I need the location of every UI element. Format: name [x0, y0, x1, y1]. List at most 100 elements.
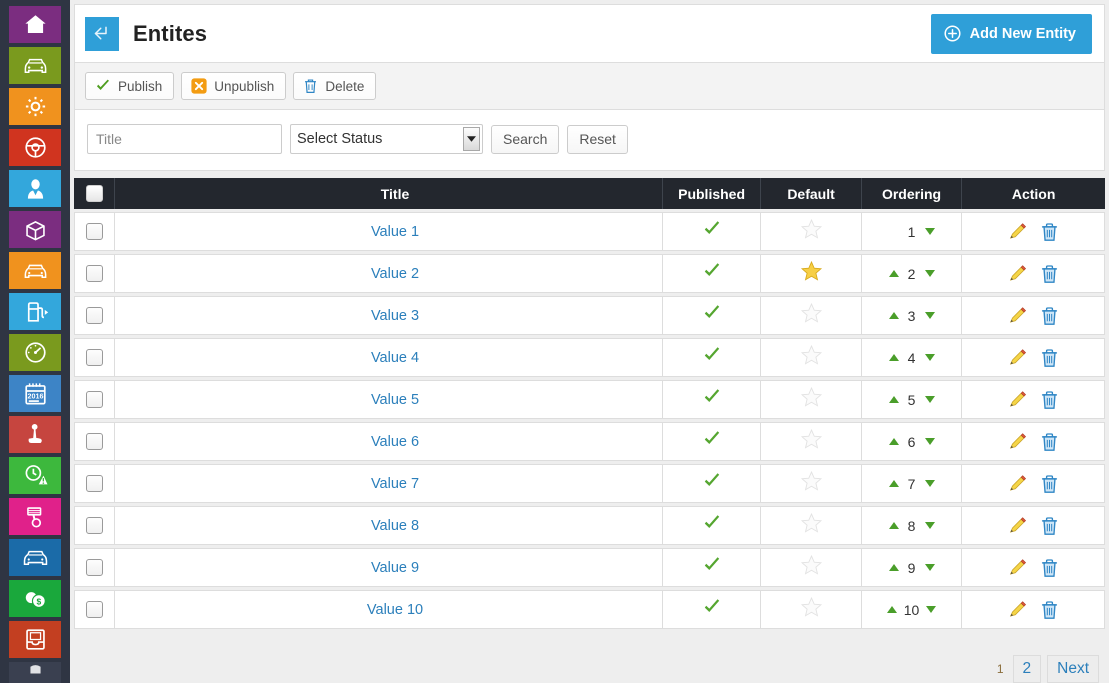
- grey-star-icon[interactable]: [800, 344, 823, 366]
- grey-star-icon[interactable]: [800, 386, 823, 408]
- green-check-icon[interactable]: [703, 262, 721, 280]
- sidebar-item-steering[interactable]: [9, 129, 61, 166]
- green-up-arrow-icon[interactable]: [888, 438, 899, 445]
- sidebar-item-alerts[interactable]: [9, 457, 61, 494]
- row-title-link[interactable]: Value 8: [371, 518, 419, 534]
- reset-button[interactable]: Reset: [567, 124, 628, 154]
- row-title-link[interactable]: Value 4: [371, 350, 419, 366]
- row-checkbox[interactable]: [86, 306, 104, 324]
- green-check-icon[interactable]: [703, 556, 721, 574]
- green-down-arrow-icon[interactable]: [924, 438, 935, 445]
- row-title-link[interactable]: Value 3: [371, 308, 419, 324]
- row-title-link[interactable]: Value 9: [371, 560, 419, 576]
- pencil-icon[interactable]: [1008, 390, 1027, 409]
- pencil-icon[interactable]: [1008, 558, 1027, 577]
- trash-icon[interactable]: [1040, 432, 1059, 452]
- green-up-arrow-icon[interactable]: [887, 606, 898, 613]
- row-checkbox[interactable]: [86, 474, 104, 492]
- trash-icon[interactable]: [1040, 516, 1059, 536]
- row-title-link[interactable]: Value 5: [371, 392, 419, 408]
- sidebar-item-fuel[interactable]: [9, 293, 61, 330]
- pencil-icon[interactable]: [1008, 306, 1027, 325]
- green-down-arrow-icon[interactable]: [924, 354, 935, 361]
- green-down-arrow-icon[interactable]: [924, 564, 935, 571]
- green-check-icon[interactable]: [703, 304, 721, 322]
- green-up-arrow-icon[interactable]: [888, 354, 899, 361]
- search-button[interactable]: Search: [491, 124, 560, 154]
- column-title[interactable]: Title: [115, 178, 663, 209]
- pagination-page-2[interactable]: 2: [1012, 655, 1042, 683]
- sidebar-item-home[interactable]: [9, 6, 61, 43]
- green-down-arrow-icon[interactable]: [924, 522, 935, 529]
- pencil-icon[interactable]: [1008, 432, 1027, 451]
- green-up-arrow-icon[interactable]: [888, 396, 899, 403]
- green-down-arrow-icon[interactable]: [924, 270, 935, 277]
- green-check-icon[interactable]: [703, 598, 721, 616]
- pencil-icon[interactable]: [1008, 222, 1027, 241]
- select-all-checkbox[interactable]: [85, 185, 103, 203]
- row-checkbox[interactable]: [86, 222, 104, 240]
- pagination-next[interactable]: Next: [1047, 655, 1099, 683]
- green-check-icon[interactable]: [703, 430, 721, 448]
- grey-star-icon[interactable]: [800, 554, 823, 576]
- green-check-icon[interactable]: [703, 472, 721, 490]
- status-select[interactable]: Select StatusPublishedUnpublished: [290, 124, 483, 154]
- gold-star-icon[interactable]: [800, 260, 823, 282]
- sidebar-item-car-service[interactable]: [9, 252, 61, 289]
- trash-icon[interactable]: [1040, 306, 1059, 326]
- green-down-arrow-icon[interactable]: [924, 396, 935, 403]
- sidebar-item-fleet[interactable]: [9, 539, 61, 576]
- sidebar-item-calendar[interactable]: 2016: [9, 375, 61, 412]
- grey-star-icon[interactable]: [800, 302, 823, 324]
- green-check-icon[interactable]: [703, 514, 721, 532]
- pencil-icon[interactable]: [1008, 516, 1027, 535]
- row-checkbox[interactable]: [86, 558, 104, 576]
- green-check-icon[interactable]: [703, 346, 721, 364]
- pencil-icon[interactable]: [1008, 348, 1027, 367]
- publish-button[interactable]: Publish: [85, 72, 175, 100]
- green-down-arrow-icon[interactable]: [924, 480, 935, 487]
- row-title-link[interactable]: Value 2: [371, 266, 419, 282]
- row-title-link[interactable]: Value 1: [371, 224, 419, 240]
- unpublish-button[interactable]: Unpublish: [181, 72, 287, 100]
- pencil-icon[interactable]: [1008, 474, 1027, 493]
- grey-star-icon[interactable]: [800, 596, 823, 618]
- green-up-arrow-icon[interactable]: [888, 564, 899, 571]
- add-new-entity-button[interactable]: Add New Entity: [930, 13, 1092, 54]
- green-up-arrow-icon[interactable]: [888, 312, 899, 319]
- back-arrow-icon[interactable]: [85, 16, 119, 51]
- delete-button[interactable]: Delete: [293, 72, 377, 100]
- trash-icon[interactable]: [1040, 390, 1059, 410]
- row-checkbox[interactable]: [86, 516, 104, 534]
- green-check-icon[interactable]: [703, 388, 721, 406]
- row-checkbox[interactable]: [86, 348, 104, 366]
- column-default[interactable]: Default: [761, 178, 862, 209]
- green-check-icon[interactable]: [703, 220, 721, 238]
- trash-icon[interactable]: [1040, 348, 1059, 368]
- sidebar-item-engine[interactable]: [9, 498, 61, 535]
- trash-icon[interactable]: [1040, 474, 1059, 494]
- grey-star-icon[interactable]: [800, 218, 823, 240]
- row-checkbox[interactable]: [86, 432, 104, 450]
- column-ordering[interactable]: Ordering: [861, 178, 963, 209]
- sidebar-item-parts[interactable]: [9, 211, 61, 248]
- sidebar-item-reports[interactable]: [9, 621, 61, 658]
- sidebar-item-expenses[interactable]: $: [9, 580, 61, 617]
- row-title-link[interactable]: Value 10: [367, 602, 423, 618]
- trash-icon[interactable]: [1040, 222, 1059, 242]
- sidebar-item-odometer[interactable]: [9, 334, 61, 371]
- grey-star-icon[interactable]: [800, 470, 823, 492]
- trash-icon[interactable]: [1040, 558, 1059, 578]
- sidebar-item-driver[interactable]: [9, 170, 61, 207]
- green-up-arrow-icon[interactable]: [888, 522, 899, 529]
- sidebar-item-more[interactable]: [9, 662, 61, 683]
- trash-icon[interactable]: [1040, 264, 1059, 284]
- sidebar-item-vehicle[interactable]: [9, 47, 61, 84]
- row-checkbox[interactable]: [86, 264, 104, 282]
- grey-star-icon[interactable]: [800, 428, 823, 450]
- pencil-icon[interactable]: [1008, 264, 1027, 283]
- row-checkbox[interactable]: [86, 600, 104, 618]
- pencil-icon[interactable]: [1008, 600, 1027, 619]
- title-search-input[interactable]: [87, 124, 282, 154]
- green-up-arrow-icon[interactable]: [888, 480, 899, 487]
